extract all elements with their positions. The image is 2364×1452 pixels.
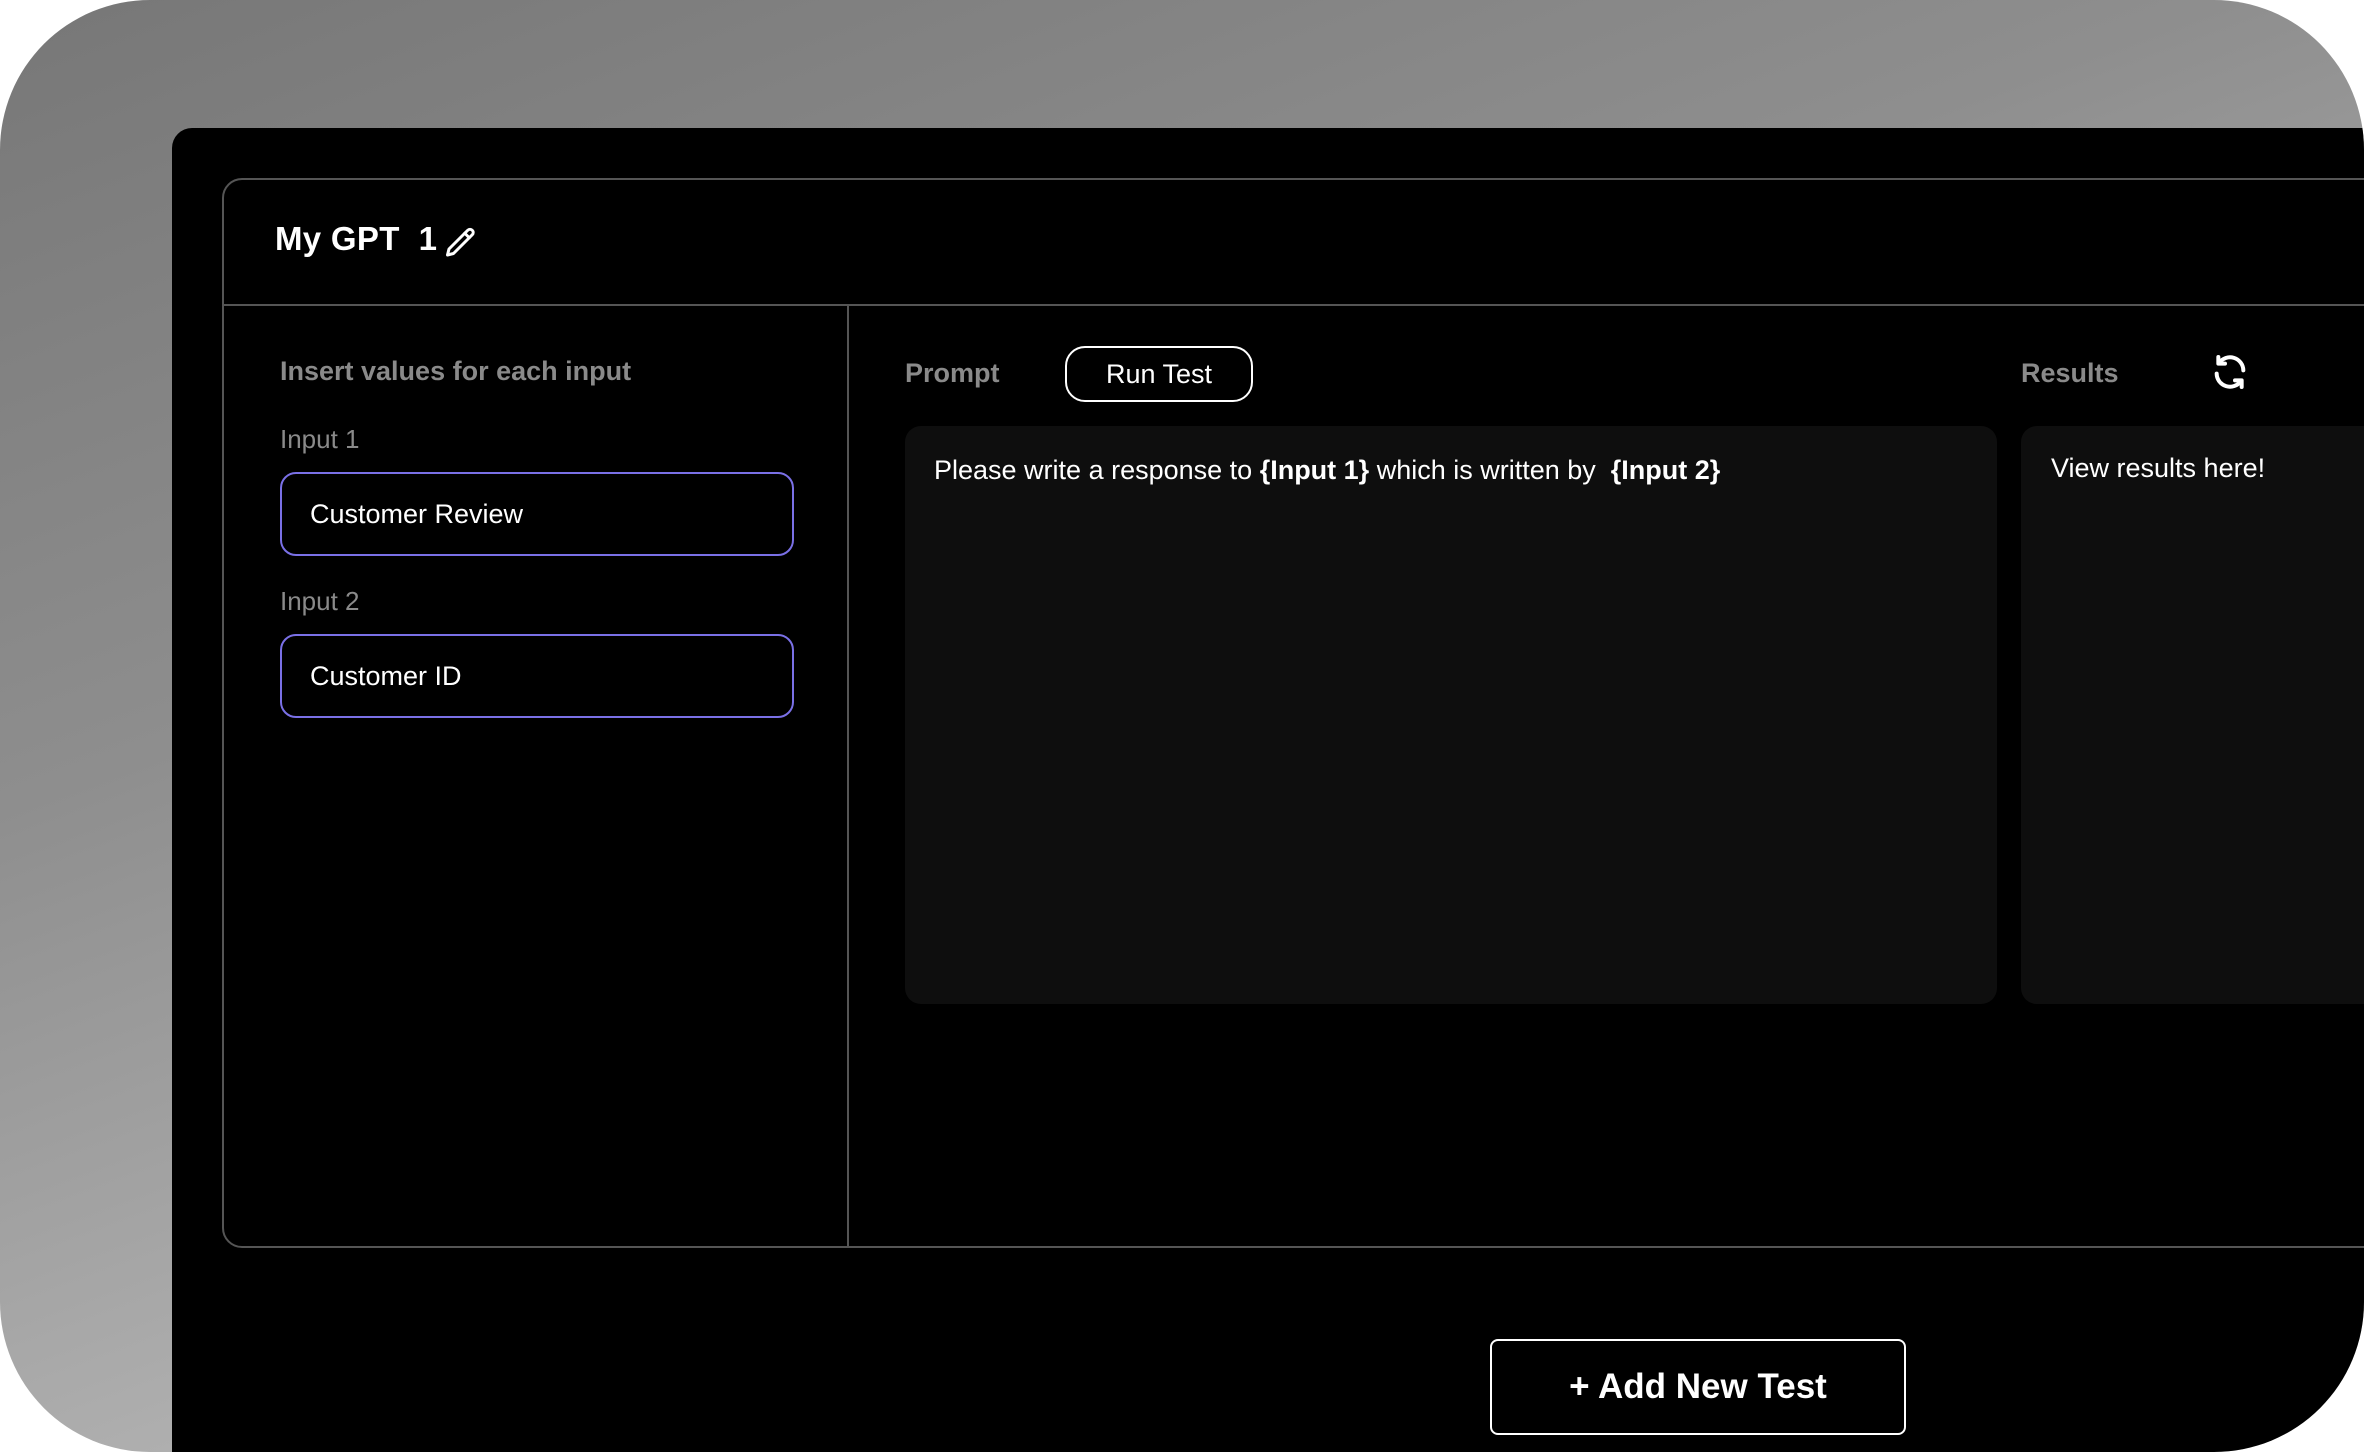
prompt-text-before: Please write a response to xyxy=(934,455,1260,485)
inputs-heading: Insert values for each input xyxy=(280,356,632,386)
page-title: My GPT 1 xyxy=(275,220,438,257)
prompt-editor[interactable]: Please write a response to {Input 1} whi… xyxy=(905,426,1997,1004)
results-heading: Results xyxy=(2021,358,2119,388)
device-frame: My GPT 1 Insert values for each input In… xyxy=(0,0,2364,1452)
input-2-field[interactable] xyxy=(280,634,794,718)
input-2-label: Input 2 xyxy=(280,586,360,616)
pencil-icon[interactable] xyxy=(443,225,479,261)
prompt-variable-input-2: {Input 2} xyxy=(1610,455,1721,485)
input-1-field[interactable] xyxy=(280,472,794,556)
input-1-label: Input 1 xyxy=(280,424,360,454)
panel-header: My GPT 1 xyxy=(224,180,2364,306)
prompt-text-middle: which is written by xyxy=(1369,455,1604,485)
prompt-variable-input-1: {Input 1} xyxy=(1259,455,1370,485)
results-placeholder: View results here! xyxy=(2051,453,2266,483)
run-test-button[interactable]: Run Test xyxy=(1065,346,1253,402)
results-area: View results here! xyxy=(2021,426,2364,1004)
add-new-test-button[interactable]: + Add New Test xyxy=(1490,1339,1906,1435)
refresh-icon[interactable] xyxy=(2210,352,2250,392)
prompt-heading: Prompt xyxy=(905,358,1000,388)
